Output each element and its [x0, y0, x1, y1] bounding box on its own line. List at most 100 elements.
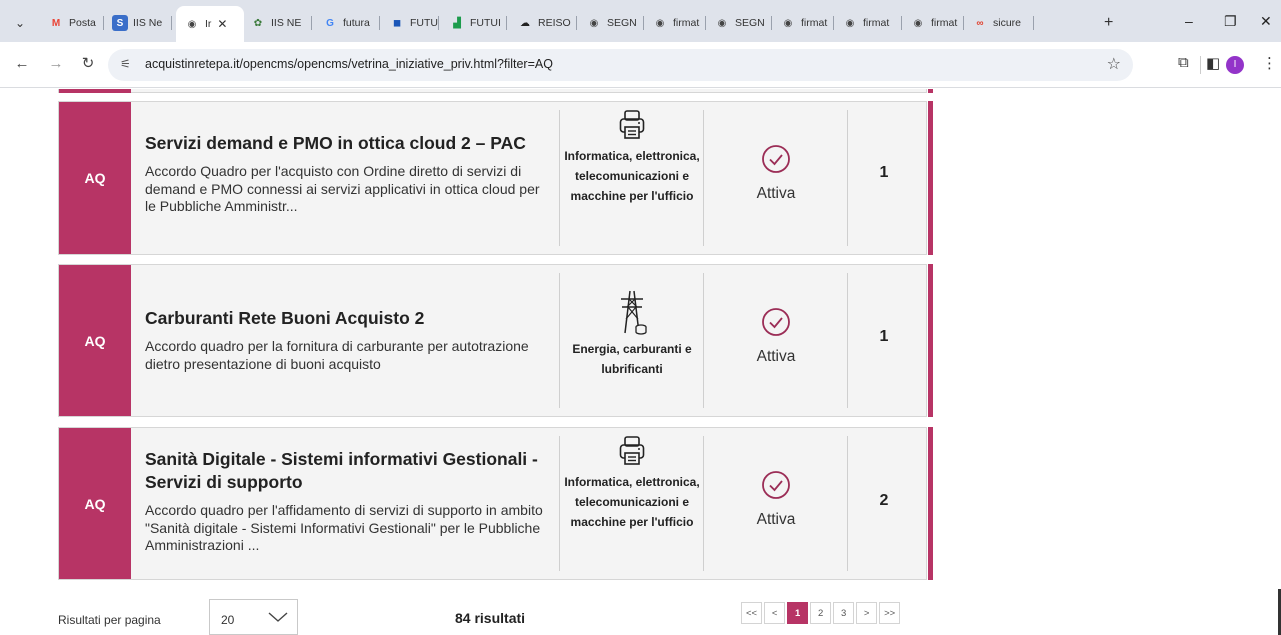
- results-count: 84 risultati: [455, 610, 526, 626]
- favicon-icon: ✿: [253, 17, 263, 29]
- url-text[interactable]: acquistinretepa.it/opencms/opencms/vetri…: [145, 57, 553, 71]
- divider: [703, 110, 704, 246]
- browser-tab[interactable]: Gfutura: [322, 8, 380, 38]
- status-label: Attiva: [756, 348, 796, 365]
- card-title[interactable]: Sanità Digitale - Sistemi informativi Ge…: [145, 448, 550, 494]
- extensions-icon[interactable]: ⧉: [1178, 54, 1189, 71]
- new-tab-button[interactable]: +: [1104, 14, 1113, 32]
- page-button[interactable]: 3: [833, 602, 855, 624]
- page-button[interactable]: <: [764, 602, 786, 624]
- tab-label: IIS Ne: [133, 17, 163, 29]
- tab-separator: [103, 16, 104, 30]
- printer-icon: [619, 110, 645, 139]
- browser-tab[interactable]: ◉ SEGN: [714, 8, 772, 38]
- tune-icon[interactable]: ⚟: [120, 57, 131, 71]
- close-tab-icon[interactable]: ✕: [217, 17, 227, 31]
- divider: [559, 273, 560, 408]
- avatar[interactable]: I: [1226, 56, 1244, 74]
- tab-separator: [171, 16, 172, 30]
- divider: [559, 436, 560, 571]
- tab-separator: [771, 16, 772, 30]
- favicon-icon: ◼: [392, 17, 402, 29]
- card-title[interactable]: Carburanti Rete Buoni Acquisto 2: [145, 307, 545, 330]
- status-cell: Attiva: [705, 144, 847, 203]
- browser-tab[interactable]: ☁ REISO: [517, 8, 577, 38]
- tab-label: firmat: [673, 17, 700, 29]
- tab-label: FUTUI: [470, 17, 501, 29]
- browser-tab[interactable]: ◼ FUTUI: [389, 8, 439, 38]
- toolbar-divider: [1200, 56, 1201, 74]
- more-menu-icon[interactable]: ⋮: [1262, 54, 1277, 72]
- check-circle-icon: [762, 471, 790, 499]
- initiative-card[interactable]: AQ Servizi demand e PMO in ottica cloud …: [58, 101, 933, 255]
- browser-tab[interactable]: M Posta: [48, 8, 104, 38]
- tab-separator: [506, 16, 507, 30]
- browser-tab[interactable]: ◉ firmat: [910, 8, 964, 38]
- browser-tab[interactable]: S IIS Ne: [112, 8, 172, 38]
- page-button[interactable]: >: [856, 602, 878, 624]
- side-panel-icon[interactable]: ◧: [1206, 54, 1220, 72]
- chevron-down-icon[interactable]: ⌄: [10, 13, 30, 33]
- browser-tab[interactable]: ◉ firmat: [780, 8, 834, 38]
- reload-icon[interactable]: ↻: [76, 52, 100, 76]
- count-value: 2: [879, 492, 889, 509]
- count-value: 1: [879, 328, 889, 345]
- initiative-card[interactable]: AQ Sanità Digitale - Sistemi informativi…: [58, 427, 933, 580]
- tab-separator: [901, 16, 902, 30]
- divider: [847, 110, 848, 246]
- favicon-icon: ▟: [453, 17, 461, 29]
- page-button[interactable]: 1: [787, 602, 809, 624]
- browser-tab[interactable]: ✿ IIS NE: [250, 8, 312, 38]
- favicon-icon: ◉: [783, 17, 793, 29]
- favicon-icon: ◉: [717, 17, 727, 29]
- favicon-icon: G: [326, 17, 334, 29]
- card-title[interactable]: Servizi demand e PMO in ottica cloud 2 –…: [145, 132, 545, 155]
- card-accent-bar: [928, 264, 933, 417]
- divider: [703, 436, 704, 571]
- initiative-card[interactable]: AQ Carburanti Rete Buoni Acquisto 2 Acco…: [58, 264, 933, 417]
- forward-icon[interactable]: →: [44, 52, 68, 76]
- status-label: Attiva: [756, 511, 796, 528]
- restore-icon[interactable]: ❐: [1224, 13, 1237, 30]
- back-icon[interactable]: ←: [10, 52, 34, 76]
- favicon-icon: ◉: [655, 17, 665, 29]
- minimize-icon[interactable]: –: [1185, 13, 1193, 29]
- results-per-page-value[interactable]: 20: [221, 613, 234, 627]
- page-content: AQ Servizi demand e PMO in ottica cloud …: [0, 89, 1281, 635]
- favicon-icon: M: [51, 17, 61, 29]
- results-per-page-label: Risultati per pagina: [58, 613, 161, 627]
- close-icon[interactable]: ✕: [1260, 13, 1272, 30]
- tab-label: futura: [343, 17, 370, 29]
- favicon-icon: ∞: [976, 17, 984, 29]
- tab-separator: [833, 16, 834, 30]
- browser-tab[interactable]: ◉ SEGN: [586, 8, 644, 38]
- page-button[interactable]: >>: [879, 602, 901, 624]
- tab-separator: [379, 16, 380, 30]
- results-per-page-select[interactable]: 20: [209, 599, 298, 635]
- favicon-icon: ◉: [913, 17, 923, 29]
- address-bar[interactable]: ⚟ acquistinretepa.it/opencms/opencms/vet…: [108, 49, 1133, 81]
- browser-tab[interactable]: ▟ FUTUI: [449, 8, 507, 38]
- tab-label: Posta: [69, 17, 96, 29]
- browser-tab[interactable]: ◉ firmat: [652, 8, 706, 38]
- tab-label: firmat: [863, 17, 890, 29]
- count-value: 1: [879, 164, 889, 181]
- previous-card-stub: [58, 89, 933, 93]
- browser-tab[interactable]: ◉ firmat: [842, 8, 902, 38]
- category-label: Energia, carburanti e lubrificanti: [572, 342, 692, 376]
- tab-separator: [643, 16, 644, 30]
- category-label: Informatica, elettronica, telecomunicazi…: [564, 475, 700, 529]
- page-button[interactable]: 2: [810, 602, 832, 624]
- browser-tab[interactable]: ∞ sicure: [972, 8, 1034, 38]
- page-button[interactable]: <<: [741, 602, 763, 624]
- browser-tab[interactable]: ◉ Ir ✕: [176, 6, 244, 42]
- chevron-down-icon[interactable]: [267, 608, 289, 626]
- tab-label: sicure: [993, 17, 1022, 29]
- printer-icon: [619, 436, 645, 465]
- type-badge: AQ: [59, 102, 131, 254]
- star-icon[interactable]: ☆: [1107, 54, 1121, 74]
- favicon-icon: ◉: [845, 17, 855, 29]
- pagination: << <1 2 3 > >>: [741, 602, 902, 624]
- category-cell: Informatica, elettronica, telecomunicazi…: [561, 436, 703, 532]
- status-cell: Attiva: [705, 307, 847, 366]
